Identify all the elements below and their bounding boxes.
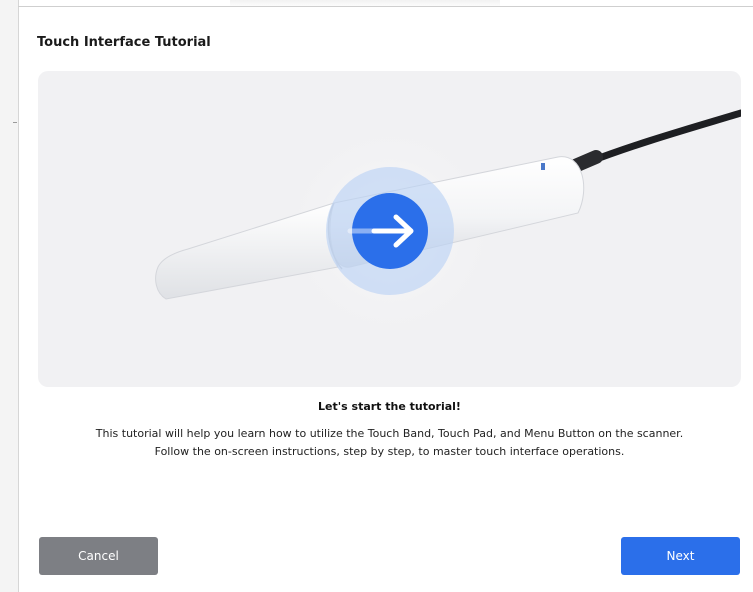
scanner-illustration — [155, 109, 741, 341]
scanner-cable — [582, 109, 741, 167]
description-line-2: Follow the on-screen instructions, step … — [154, 445, 625, 458]
tutorial-illustration — [38, 71, 741, 387]
cancel-button[interactable]: Cancel — [39, 537, 158, 575]
tutorial-dialog: Touch Interface Tutorial Let's start the… — [19, 7, 753, 592]
tutorial-heading: Let's start the tutorial! — [318, 400, 461, 413]
tutorial-screen: Touch Interface Tutorial Let's start the… — [0, 0, 753, 592]
description-line-1: This tutorial will help you learn how to… — [95, 427, 684, 440]
tutorial-description: This tutorial will help you learn how to… — [38, 425, 741, 461]
dialog-title: Touch Interface Tutorial — [37, 35, 211, 50]
next-button[interactable]: Next — [621, 537, 740, 575]
background-window-edge — [0, 0, 19, 592]
edge-tick — [13, 122, 17, 123]
scanner-logo-mark — [541, 163, 545, 170]
